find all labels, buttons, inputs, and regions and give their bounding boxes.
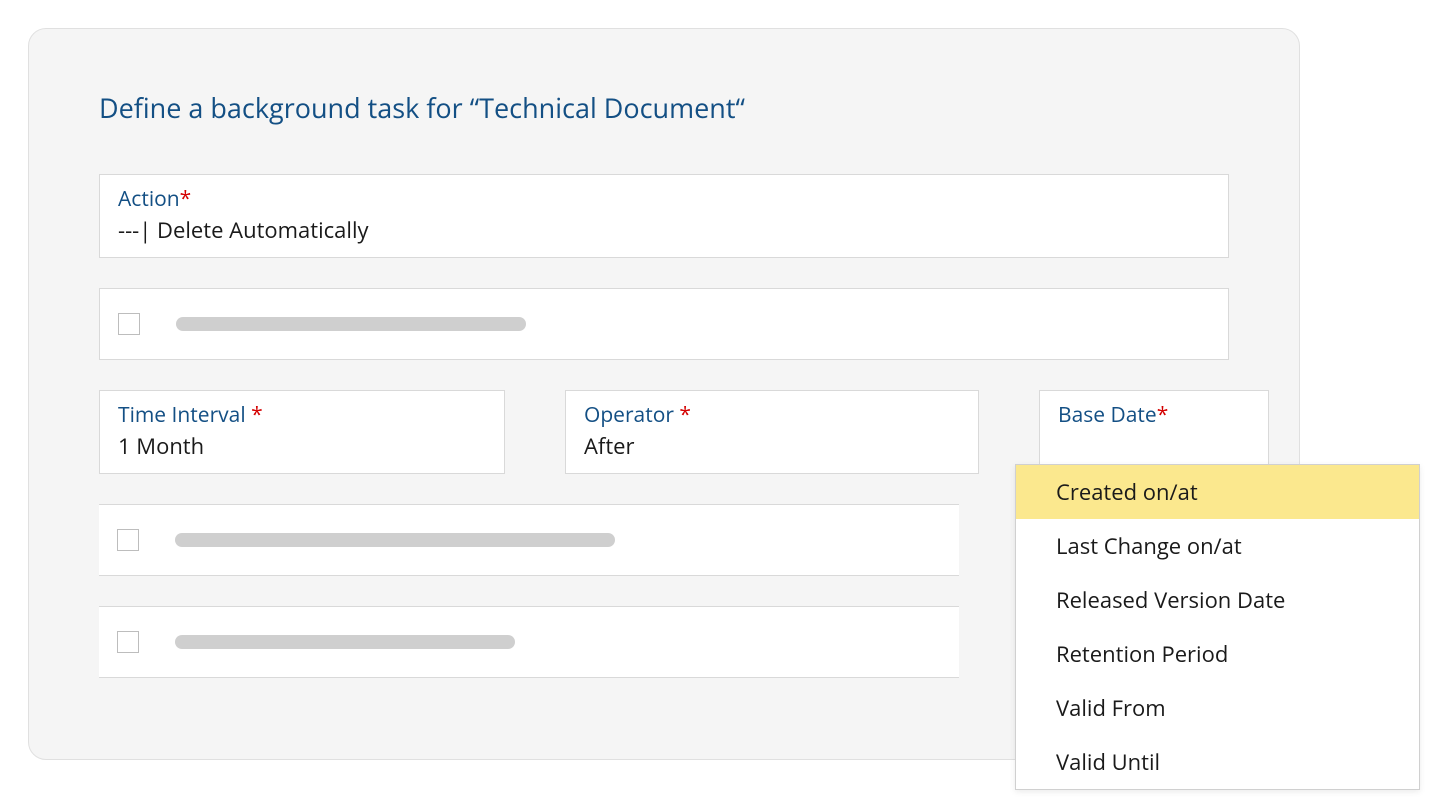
page-title: Define a background task for “Technical …	[99, 89, 1229, 126]
operator-label-text: Operator	[584, 401, 679, 429]
operator-value: After	[584, 431, 960, 461]
time-interval-label: Time Interval *	[118, 401, 486, 429]
action-value: ---| Delete Automatically	[118, 215, 1210, 245]
required-star: *	[251, 401, 263, 429]
dropdown-item[interactable]: Valid From	[1016, 681, 1419, 735]
required-star: *	[1157, 401, 1169, 429]
checkbox-3[interactable]	[117, 631, 139, 653]
base-date-value	[1058, 431, 1250, 461]
option-row-1[interactable]	[99, 288, 1229, 360]
action-label-text: Action	[118, 185, 180, 213]
required-star: *	[180, 185, 192, 213]
time-interval-field[interactable]: Time Interval * 1 Month	[99, 390, 505, 474]
action-label: Action*	[118, 185, 1210, 213]
time-interval-label-text: Time Interval	[118, 401, 251, 429]
option-row-3[interactable]	[99, 606, 959, 678]
action-field[interactable]: Action* ---| Delete Automatically	[99, 174, 1229, 258]
operator-label: Operator *	[584, 401, 960, 429]
dropdown-item[interactable]: Created on/at	[1016, 465, 1419, 519]
criteria-row: Time Interval * 1 Month Operator * After…	[99, 390, 1229, 474]
base-date-label-text: Base Date	[1058, 401, 1157, 429]
time-interval-value: 1 Month	[118, 431, 486, 461]
base-date-dropdown[interactable]: Created on/atLast Change on/atReleased V…	[1015, 464, 1420, 790]
base-date-field[interactable]: Base Date*	[1039, 390, 1269, 474]
placeholder-bar-1	[176, 317, 526, 331]
dropdown-item[interactable]: Valid Until	[1016, 735, 1419, 789]
checkbox-2[interactable]	[117, 529, 139, 551]
placeholder-bar-3	[175, 635, 515, 649]
placeholder-bar-2	[175, 533, 615, 547]
dropdown-item[interactable]: Released Version Date	[1016, 573, 1419, 627]
option-row-2[interactable]	[99, 504, 959, 576]
dropdown-item[interactable]: Retention Period	[1016, 627, 1419, 681]
checkbox-1[interactable]	[118, 313, 140, 335]
operator-field[interactable]: Operator * After	[565, 390, 979, 474]
required-star: *	[679, 401, 691, 429]
base-date-label: Base Date*	[1058, 401, 1250, 429]
dropdown-item[interactable]: Last Change on/at	[1016, 519, 1419, 573]
